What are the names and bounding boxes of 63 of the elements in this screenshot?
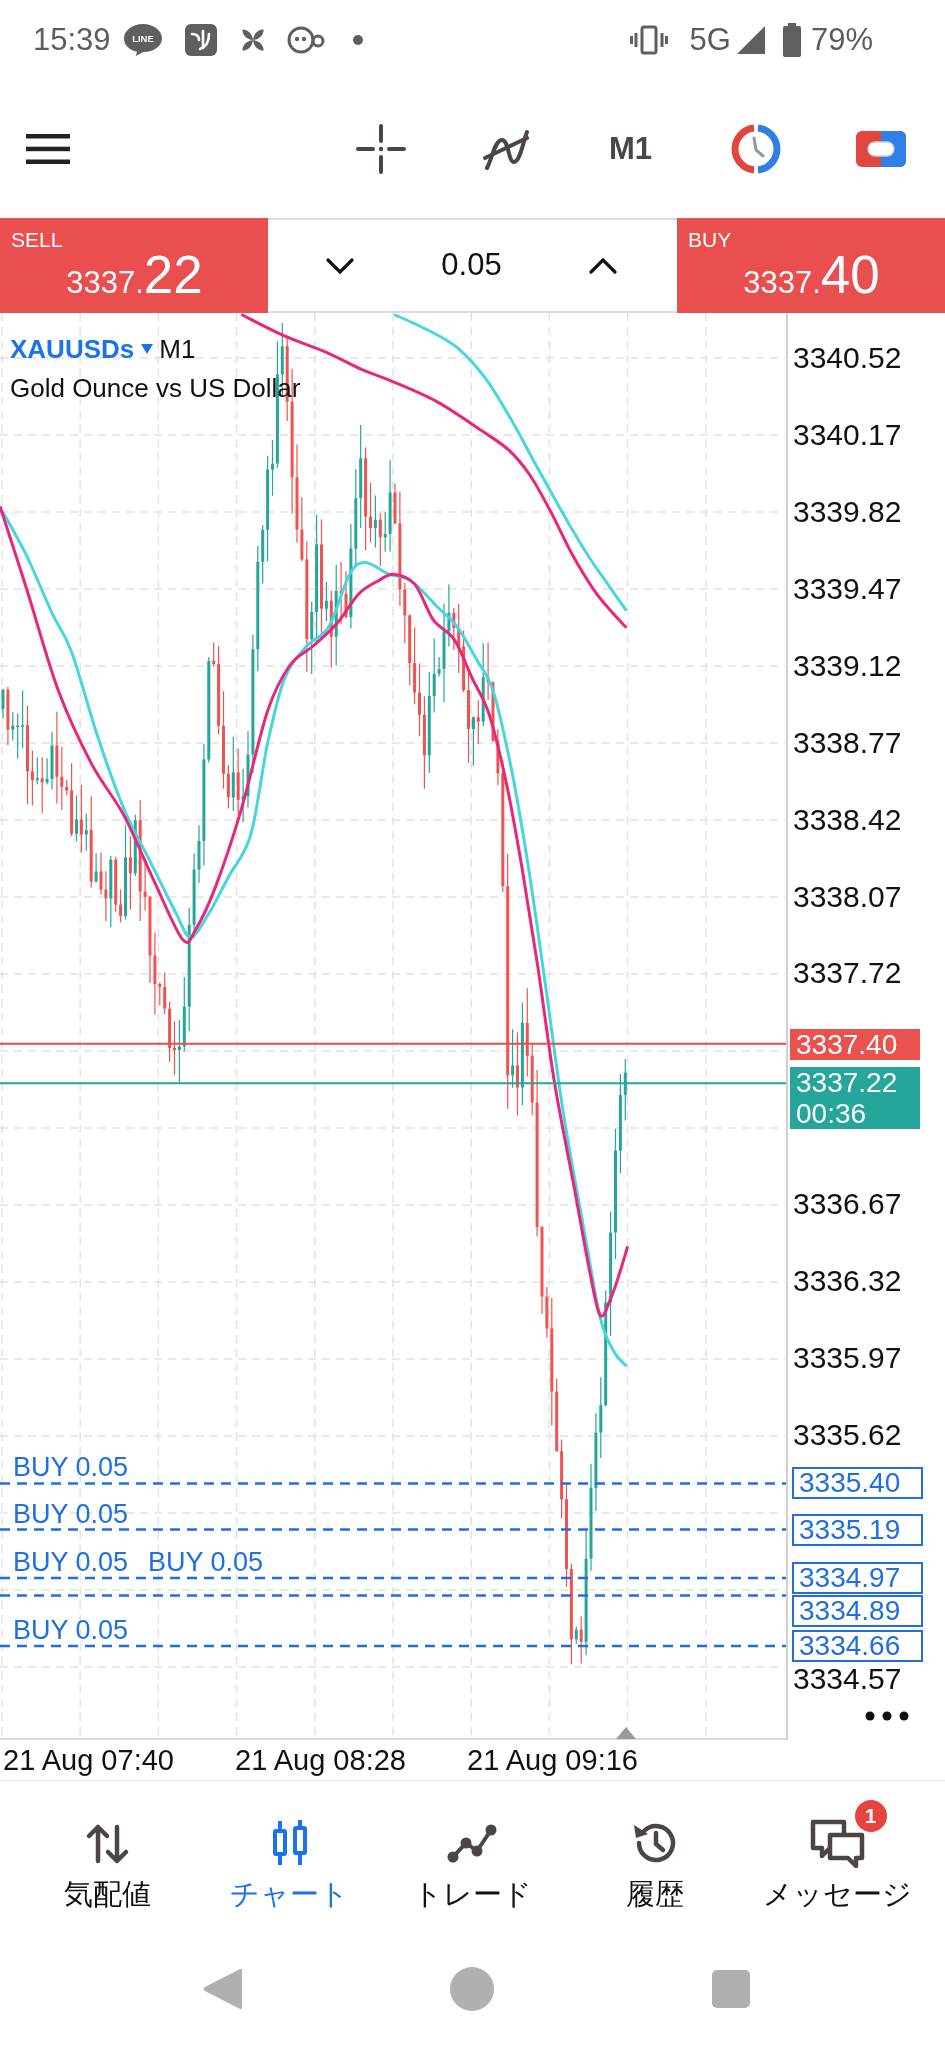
dot-icon — [352, 35, 363, 45]
order-label: BUY 0.05 — [13, 1453, 129, 1482]
buy-button[interactable]: BUY 3337.40 — [677, 218, 945, 313]
clock-ring-icon[interactable] — [730, 124, 781, 174]
time-axis-label: 21 Aug 09:16 — [466, 1743, 639, 1778]
unread-count-badge: 1 — [854, 1800, 887, 1832]
order-price-tag: 3335.40 — [792, 1467, 923, 1500]
order-price-tag: 3334.97 — [792, 1561, 923, 1594]
battery-percentage: 79% — [810, 22, 873, 58]
order-price-tag: 3335.19 — [792, 1513, 923, 1546]
order-label: BUY 0.05 — [13, 1499, 129, 1528]
price-axis-label: 3339.82 — [793, 495, 902, 528]
chat-bubble-icon: LINE — [122, 23, 163, 57]
signal-icon — [736, 26, 765, 54]
bottom-nav-tab[interactable]: 1 メッセージ — [746, 1781, 929, 1930]
price-axis-label: 3335.62 — [793, 1419, 902, 1451]
price-axis-label: 3338.42 — [793, 803, 902, 836]
chart-timeframe: M1 — [159, 334, 196, 364]
triangle-marker-icon — [616, 1727, 636, 1739]
bottom-nav-tab[interactable]: トレード — [381, 1781, 564, 1930]
price-axis-label: 3335.97 — [793, 1342, 902, 1375]
price-axis-label: 3338.77 — [793, 726, 902, 759]
price-axis-label: 3340.52 — [793, 342, 902, 374]
lot-size-value[interactable]: 0.05 — [441, 242, 502, 289]
crosshair-icon[interactable] — [355, 124, 406, 174]
symbol-name[interactable]: XAUUSDs — [10, 334, 135, 364]
network-type: 5G — [689, 22, 731, 58]
app-icon — [183, 23, 218, 57]
price-axis-label: 3340.17 — [793, 418, 902, 451]
timeframe-selector[interactable]: M1 — [608, 125, 653, 173]
time-axis-label: 21 Aug 07:40 — [2, 1743, 175, 1778]
chevron-down-icon[interactable] — [325, 256, 355, 275]
bottom-nav-tab[interactable]: 履歴 — [563, 1781, 747, 1930]
price-axis-label: 3336.32 — [793, 1265, 902, 1298]
bottom-nav-tab[interactable]: 気配値 — [16, 1781, 199, 1930]
dropdown-caret-icon[interactable] — [141, 344, 154, 354]
toggle-icon[interactable] — [855, 131, 906, 167]
chevron-up-icon[interactable] — [588, 256, 618, 275]
price-axis-label: 3339.47 — [793, 572, 902, 605]
price-axis-label: 3339.12 — [793, 649, 902, 682]
status-time: 15:39 — [33, 22, 111, 58]
bottom-nav-tab[interactable]: チャート — [198, 1781, 382, 1930]
price-axis-label: 3337.72 — [793, 957, 902, 990]
order-label: BUY 0.05 — [13, 1547, 129, 1576]
battery-icon — [782, 23, 801, 57]
order-price-tag: 3334.66 — [792, 1630, 923, 1662]
order-label: BUY 0.05 — [148, 1547, 264, 1576]
bid-price-value: 3337.22 — [796, 1067, 899, 1099]
line-chart-icon — [446, 1822, 499, 1864]
sell-button[interactable]: SELL 3337.22 — [0, 218, 268, 313]
face-icon — [286, 25, 325, 55]
more-options-icon[interactable] — [865, 1711, 909, 1721]
ask-price-tag: 3337.40 — [790, 1028, 920, 1060]
order-price-tag: 3334.89 — [792, 1594, 923, 1627]
menu-icon[interactable] — [26, 134, 70, 164]
time-axis-label: 21 Aug 08:28 — [234, 1743, 407, 1778]
chat-bubbles-icon — [809, 1818, 866, 1868]
price-axis-label: 3336.67 — [793, 1188, 902, 1221]
bar-countdown-timer: 00:36 — [796, 1098, 868, 1130]
order-label: BUY 0.05 — [13, 1616, 129, 1644]
vibrate-icon — [629, 25, 668, 55]
price-axis-label: 3334.57 — [793, 1663, 902, 1695]
price-axis-label: 3338.07 — [793, 880, 902, 913]
